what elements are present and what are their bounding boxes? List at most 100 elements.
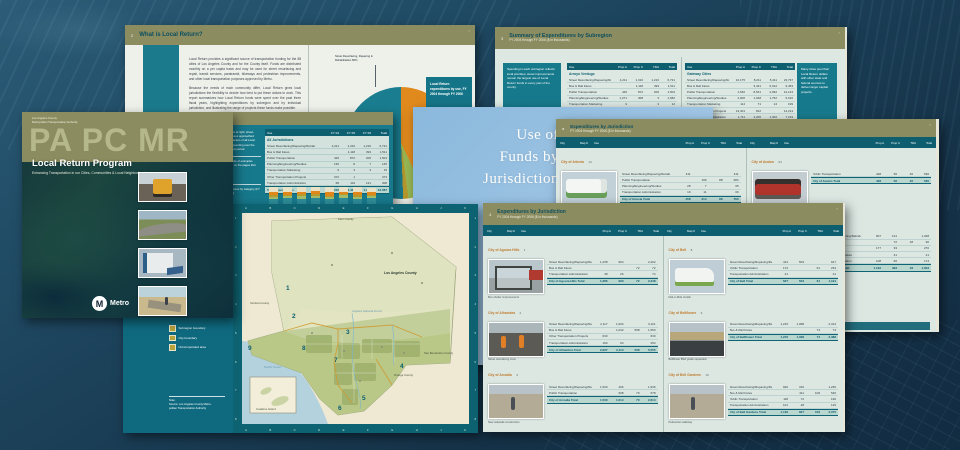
map-ticks-bottom: ABCDEFGHJK [245, 428, 466, 432]
row-label: Bus & Rail Fares [549, 266, 592, 270]
row-value: 14,213 [777, 109, 793, 113]
row-label: Transportation Marketing [267, 168, 323, 172]
list-item: D [318, 206, 320, 210]
list-item: G [391, 428, 393, 432]
row-label: Street Resurfacing/Repaving/Rehab. [549, 260, 592, 264]
metro-logo-icon: M [92, 296, 107, 311]
list-item: Use [569, 65, 611, 69]
city-table: Street Resurfacing/Repaving/Rehab.920316… [728, 384, 839, 424]
row-value: 9 [323, 168, 339, 172]
city-entry: City of Avalon 64 Avalon Trolley Public … [752, 150, 932, 211]
list-item: J [440, 206, 441, 210]
list-item: C [294, 428, 296, 432]
page-header-band: 2 What is Local Return? [125, 25, 475, 45]
photo-grade-separation [669, 322, 725, 357]
row-value: 206 [355, 156, 371, 160]
subregion-number: 8 [302, 345, 306, 352]
cover-letters: PA PC MR [29, 124, 190, 156]
row-value: 284 [723, 178, 739, 182]
row-value: 46 [897, 172, 913, 176]
row-value: 26 [608, 272, 624, 276]
row-label: City of Arcadia Total [549, 398, 592, 402]
list-item: 5 [474, 331, 476, 335]
city-table: Street Resurfacing/Repaving/Rehab.1,2161… [728, 322, 839, 362]
list-item: Map # [770, 141, 784, 145]
row-label: Street Resurfacing/Repaving/Rehab. [730, 260, 773, 264]
table-column-header-band: CityMap #UseProp AProp CTDATotal CityMap… [483, 225, 843, 236]
list-item: F [367, 428, 369, 432]
page-cover: Los Angeles CountyMetropolitan Transport… [22, 112, 233, 318]
list-item: 6 [235, 360, 237, 364]
row-value: 812 [745, 109, 761, 113]
list-item: 1 [474, 216, 476, 220]
row-value: 406 [608, 385, 624, 389]
row-value: 174 [913, 259, 929, 263]
photo-highway-curve [138, 210, 187, 240]
row-value: 1,511 [371, 150, 387, 154]
row-value: 72 [624, 279, 640, 283]
row-value: 1,603 [913, 266, 929, 270]
row-value: 630 [592, 334, 608, 338]
row-value: 6,731 [371, 144, 387, 148]
row-value: 1,504 [371, 156, 387, 160]
row-value: 917 [820, 260, 836, 264]
photo-caption: Bus shelter improvements [488, 296, 544, 299]
row-value: 872 [627, 90, 643, 94]
row-value: 1,216 [772, 322, 788, 326]
table-total-row: City of Arcadia Total1,5301,014702,614 [547, 396, 658, 403]
map-source-note: Note:Source: Los Angeles County Metro-po… [169, 396, 225, 411]
row-label: Public Transportation [569, 90, 611, 94]
list-item: E [343, 206, 345, 210]
row-value: 88 [707, 197, 723, 201]
list-item: TDA [627, 229, 643, 233]
table-total-row: City of Bell Gardens Total1,1398271092,0… [728, 409, 839, 416]
row-label: Bus & Rail Fares [687, 84, 729, 88]
list-item: K [464, 206, 466, 210]
list-item: TDA [761, 65, 777, 69]
list-item: 2 [235, 245, 237, 249]
row-value: 1,028 [913, 234, 929, 238]
row-value: 3 [355, 168, 371, 172]
list-item: A [245, 206, 247, 210]
metro-logo: M Metro [92, 296, 129, 311]
city-entry: City of Bell Gardens 10 Pedestrian walkw… [669, 363, 839, 424]
map-canvas: Catalina Island Kern CountyVentura Count… [242, 213, 469, 424]
row-value: 1,948 [745, 96, 761, 100]
row-value: 1,236 [820, 385, 836, 389]
row-label: Street Resurfacing/Repaving/Rehab. [730, 322, 773, 326]
list-item: Map # [507, 229, 521, 233]
row-value: 41 [772, 272, 788, 276]
row-value: 41 [820, 272, 836, 276]
row-value: 2,314 [820, 322, 836, 326]
legend-item: Unincorporated area [169, 344, 206, 351]
row-value: 1,139 [772, 410, 788, 414]
subregion-number: 4 [400, 363, 404, 370]
stacked-bar [297, 187, 306, 204]
row-value: 270 [913, 246, 929, 250]
subregion-name: Arroyo Verdugo [569, 72, 677, 76]
list-item: H [416, 428, 418, 432]
list-item: 4 [474, 302, 476, 306]
row-value: 129 [820, 403, 836, 407]
list-item: Use of [429, 125, 559, 147]
row-value: 2,075 [820, 410, 836, 414]
row-value: 920 [772, 385, 788, 389]
table-column-header-band: CityMap #UseProp AProp CTDATotal CityMap… [556, 137, 936, 148]
list-item: Prop C [884, 141, 900, 145]
list-item: D [318, 428, 320, 432]
row-value: 2,614 [640, 398, 656, 402]
row-value: 6,731 [659, 78, 675, 82]
row-value: 2,062 [761, 90, 777, 94]
list-item: C [294, 206, 296, 210]
jurisdiction-column-left: City of Agoura Hills 1 Bus shelter impro… [483, 236, 663, 432]
list-item: TDA [807, 229, 823, 233]
row-label: Bus & Rail Fares [730, 328, 773, 332]
table-total-row: City of Bell Total627503611,191 [728, 278, 839, 285]
row-value: 66 [881, 259, 897, 263]
row-value: 28 [788, 403, 804, 407]
row-label: City of Bellflower Total [730, 335, 773, 339]
list-item: TDA [643, 65, 659, 69]
list-item: J [440, 428, 441, 432]
screenshot-stage: 2 What is Local Return? ▫ Local Return p… [0, 0, 960, 450]
subregion-number: 2 [292, 313, 296, 320]
